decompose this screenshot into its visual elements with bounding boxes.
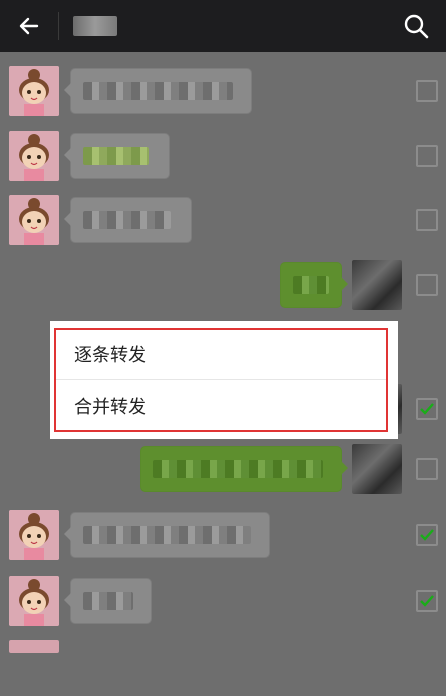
message-row[interactable] xyxy=(0,444,446,500)
select-checkbox[interactable] xyxy=(416,145,438,167)
my-avatar xyxy=(352,444,402,494)
contact-avatar xyxy=(9,576,59,626)
message-bubble[interactable] xyxy=(64,68,252,114)
checkmark-icon xyxy=(420,595,434,607)
girl-avatar-icon xyxy=(9,510,59,560)
search-button[interactable] xyxy=(402,12,430,40)
arrow-left-icon xyxy=(19,17,39,35)
redacted-text xyxy=(83,211,171,229)
message-bubble[interactable] xyxy=(64,133,170,179)
checkmark-icon xyxy=(420,529,434,541)
select-checkbox[interactable] xyxy=(416,274,438,296)
message-bubble[interactable] xyxy=(140,446,348,492)
message-row[interactable] xyxy=(0,260,446,316)
message-row-partial[interactable] xyxy=(0,640,446,696)
my-avatar xyxy=(352,260,402,310)
girl-avatar-icon xyxy=(9,576,59,626)
message-row[interactable] xyxy=(0,195,446,251)
select-checkbox[interactable] xyxy=(416,458,438,480)
message-row[interactable] xyxy=(0,131,446,187)
title-divider xyxy=(58,12,59,40)
forward-one-by-one-option[interactable]: 逐条转发 xyxy=(56,328,388,380)
select-checkbox[interactable] xyxy=(416,80,438,102)
message-bubble[interactable] xyxy=(64,578,152,624)
forward-merge-option[interactable]: 合并转发 xyxy=(56,380,388,432)
contact-avatar xyxy=(9,66,59,116)
contact-avatar xyxy=(9,195,59,245)
select-checkbox[interactable] xyxy=(416,398,438,420)
girl-avatar-icon xyxy=(9,131,59,181)
message-bubble[interactable] xyxy=(64,197,192,243)
redacted-text xyxy=(153,460,323,478)
select-checkbox[interactable] xyxy=(416,590,438,612)
search-icon xyxy=(404,14,429,39)
girl-avatar-icon xyxy=(9,195,59,245)
contact-avatar xyxy=(9,640,59,653)
chat-title-redacted xyxy=(73,16,117,36)
back-button[interactable] xyxy=(0,0,58,52)
redacted-text xyxy=(293,276,329,294)
redacted-text xyxy=(83,147,149,165)
contact-avatar xyxy=(9,131,59,181)
redacted-text xyxy=(83,526,251,544)
message-bubble[interactable] xyxy=(64,512,270,558)
contact-avatar xyxy=(9,510,59,560)
forward-options-dialog: 逐条转发 合并转发 xyxy=(50,321,398,439)
select-checkbox[interactable] xyxy=(416,524,438,546)
select-checkbox[interactable] xyxy=(416,209,438,231)
checkmark-icon xyxy=(420,403,434,415)
message-row[interactable] xyxy=(0,576,446,632)
message-bubble[interactable] xyxy=(280,262,348,308)
message-row[interactable] xyxy=(0,66,446,122)
girl-avatar-icon xyxy=(9,66,59,116)
top-bar xyxy=(0,0,446,52)
redacted-text xyxy=(83,592,133,610)
redacted-text xyxy=(83,82,233,100)
message-row[interactable] xyxy=(0,510,446,566)
